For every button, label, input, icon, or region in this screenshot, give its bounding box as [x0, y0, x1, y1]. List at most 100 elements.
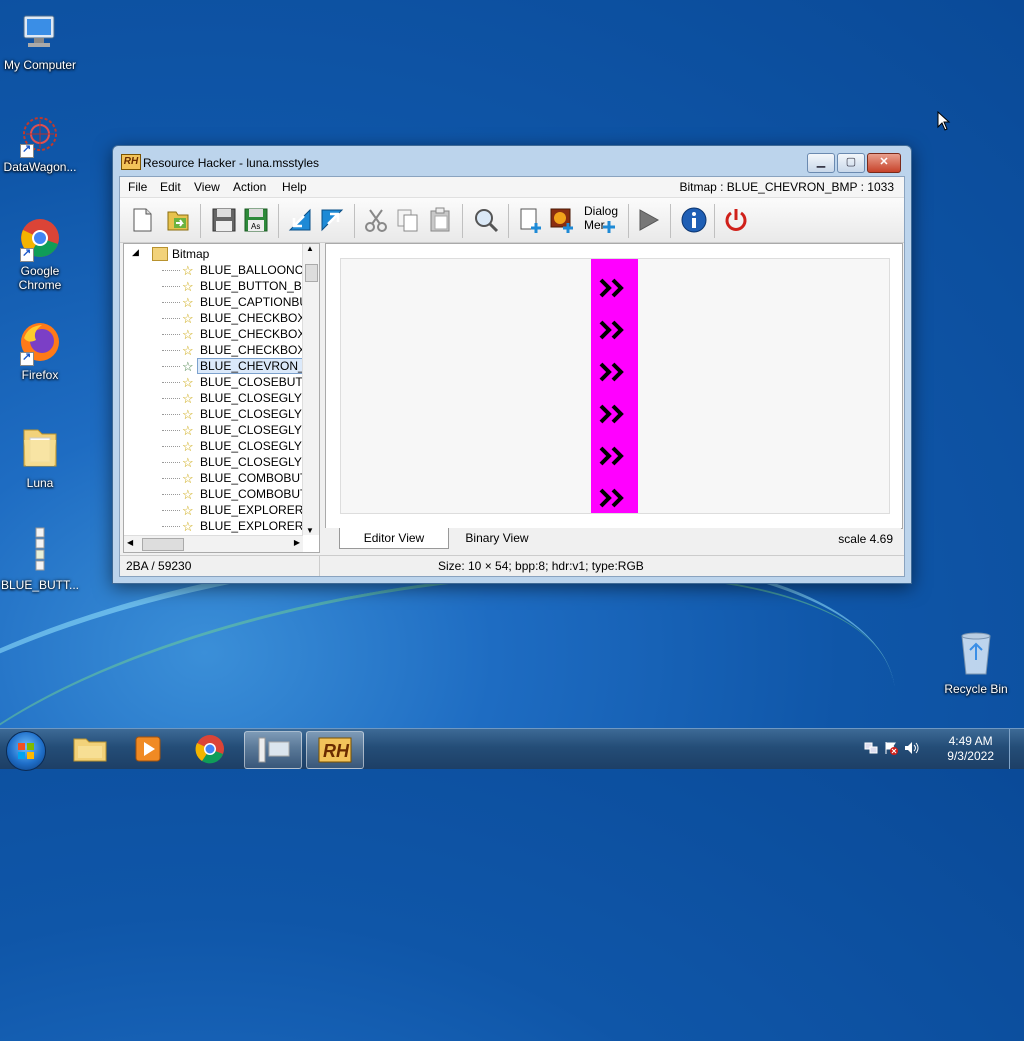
save-button[interactable] [210, 206, 238, 234]
tree-root-bitmap[interactable]: ◢ Bitmap [124, 246, 304, 262]
desktop-icon-datawagon[interactable]: DataWagon... [0, 112, 80, 174]
tree-item-label: BLUE_BALLOONCL [200, 263, 311, 277]
window-titlebar[interactable]: RH Resource Hacker - luna.msstyles ▁ ▢ ✕ [113, 146, 911, 176]
dialog-merge-button[interactable]: Dialog Mer [580, 204, 620, 234]
tree-connector [162, 446, 180, 447]
tree-connector [162, 302, 180, 303]
start-button[interactable] [6, 731, 46, 771]
tree-item[interactable]: ☆ BLUE_CLOSEGLYPI [124, 422, 313, 438]
menu-view[interactable]: View [194, 180, 220, 194]
menu-edit[interactable]: Edit [160, 180, 181, 194]
windows-logo-icon [18, 743, 34, 759]
paste-button[interactable] [426, 206, 454, 234]
add-image-resource-button[interactable] [548, 206, 576, 234]
tree-item-label: BLUE_CLOSEGLYPI [200, 439, 314, 453]
paste-icon [430, 207, 450, 232]
close-button[interactable]: ✕ [867, 153, 901, 173]
desktop-icon-label: BLUE_BUTT... [0, 578, 80, 592]
tree-item[interactable]: ☆ BLUE_BUTTON_BM [124, 278, 312, 294]
tree-item[interactable]: ☆ BLUE_CLOSEGLYPI [124, 454, 313, 470]
about-button[interactable] [680, 206, 708, 234]
volume-icon[interactable] [904, 741, 920, 755]
tree-item[interactable]: ☆ BLUE_BALLOONCL [124, 262, 310, 278]
find-button[interactable] [472, 206, 500, 234]
system-tray: 4:49 AM 9/3/2022 [854, 729, 1024, 769]
scroll-right-arrow-icon[interactable]: ▶ [294, 538, 300, 547]
minimize-button[interactable]: ▁ [807, 153, 835, 173]
tree-item[interactable]: ☆ BLUE_CAPTIONBU [124, 294, 308, 310]
resource-tree[interactable]: ◢ Bitmap ☆ BLUE_BALLOONCL ☆ BLUE_BUTTON_BM ☆… [123, 243, 320, 553]
tree-item[interactable]: ☆ BLUE_CHECKBOX1 [124, 326, 312, 342]
taskbar-resource-hacker[interactable]: RH [306, 731, 364, 769]
tree-connector [162, 494, 180, 495]
scroll-thumb[interactable] [305, 264, 318, 282]
taskbar-explorer[interactable] [62, 731, 118, 767]
scroll-up-arrow-icon[interactable]: ▲ [306, 244, 314, 253]
tree-item[interactable]: ☆ BLUE_CHEVRON_B [124, 358, 316, 374]
tree-item[interactable]: ☆ BLUE_CLOSEGLYPI [124, 438, 313, 454]
new-file-button[interactable] [128, 206, 156, 234]
taskbar-bitmap-viewer[interactable] [244, 731, 302, 769]
action-center-flag-icon[interactable] [884, 741, 898, 755]
maximize-button[interactable]: ▢ [837, 153, 865, 173]
desktop-icon-chrome[interactable]: Google Chrome [0, 216, 80, 292]
resource-info-label: Bitmap : BLUE_CHEVRON_BMP : 1033 [679, 180, 894, 194]
save-as-button[interactable]: As [242, 206, 270, 234]
scroll-down-arrow-icon[interactable]: ▼ [306, 526, 314, 535]
tree-vertical-scrollbar[interactable]: ▲ ▼ [302, 244, 319, 535]
toolbar-separator [278, 204, 279, 238]
scissors-icon [365, 209, 387, 232]
add-resource-button[interactable] [516, 206, 544, 234]
exit-button[interactable] [722, 206, 750, 234]
magnifier-icon [475, 209, 499, 233]
collapse-icon[interactable]: ◢ [132, 247, 139, 258]
desktop-icon-firefox[interactable]: Firefox [0, 320, 80, 382]
star-icon: ☆ [182, 343, 194, 358]
desktop-icon-luna-folder[interactable]: Luna [0, 424, 80, 490]
run-script-button[interactable] [634, 206, 662, 234]
show-resources-button[interactable] [318, 206, 346, 234]
tree-item[interactable]: ☆ BLUE_COMBOBUTT [124, 486, 315, 502]
tab-editor-view[interactable]: Editor View [339, 528, 449, 549]
star-icon: ☆ [182, 279, 194, 294]
network-icon[interactable] [864, 741, 878, 755]
taskbar-media-player[interactable] [120, 731, 176, 767]
star-icon: ☆ [182, 423, 194, 438]
scroll-thumb[interactable] [142, 538, 184, 551]
menu-file[interactable]: File [128, 180, 147, 194]
menu-help[interactable]: Help [282, 180, 307, 194]
tree-connector [162, 462, 180, 463]
tree-item[interactable]: ☆ BLUE_CHECKBOX1 [124, 310, 312, 326]
open-file-button[interactable] [164, 206, 192, 234]
tree-item[interactable]: ☆ BLUE_EXPLORERBA [124, 518, 319, 534]
view-tabs: Editor View Binary View scale 4.69 [325, 528, 901, 550]
tree-item[interactable]: ☆ BLUE_CLOSEBUTT [124, 374, 310, 390]
toolbar-separator [670, 204, 671, 238]
desktop-icon-blue-button-bitmap[interactable]: BLUE_BUTT... [0, 526, 80, 592]
taskbar-clock[interactable]: 4:49 AM 9/3/2022 [947, 734, 994, 764]
tree-item-label: BLUE_CHEVRON_B [197, 358, 316, 374]
desktop-icon-recycle-bin[interactable]: Recycle Bin [936, 630, 1016, 696]
desktop-icon-my-computer[interactable]: My Computer [0, 10, 80, 72]
cut-button[interactable] [362, 206, 390, 234]
taskbar-chrome[interactable] [182, 731, 238, 767]
desktop-icon-label: Luna [26, 476, 54, 490]
toolbar-separator [508, 204, 509, 238]
compile-script-button[interactable] [286, 206, 314, 234]
tree-item[interactable]: ☆ BLUE_EXPLORERBA [124, 502, 319, 518]
tree-item[interactable]: ☆ BLUE_CLOSEGLYPI [124, 406, 313, 422]
scroll-left-arrow-icon[interactable]: ◀ [127, 538, 133, 547]
tree-item[interactable]: ☆ BLUE_CLOSEGLYPI [124, 390, 313, 406]
resource-hacker-window[interactable]: RH Resource Hacker - luna.msstyles ▁ ▢ ✕… [112, 145, 912, 584]
tab-binary-view[interactable]: Binary View [455, 528, 539, 548]
tree-item[interactable]: ☆ BLUE_COMBOBUTT [124, 470, 315, 486]
tree-item[interactable]: ☆ BLUE_CHECKBOX2 [124, 342, 312, 358]
copy-button[interactable] [394, 206, 422, 234]
tree-connector [162, 414, 180, 415]
menu-action[interactable]: Action [233, 180, 266, 194]
tree-horizontal-scrollbar[interactable]: ◀ ▶ [124, 535, 303, 552]
show-desktop-button[interactable] [1009, 729, 1024, 769]
star-icon: ☆ [182, 439, 194, 454]
tree-item-label: BLUE_COMBOBUTT [200, 487, 315, 501]
pane-splitter[interactable] [319, 243, 323, 551]
